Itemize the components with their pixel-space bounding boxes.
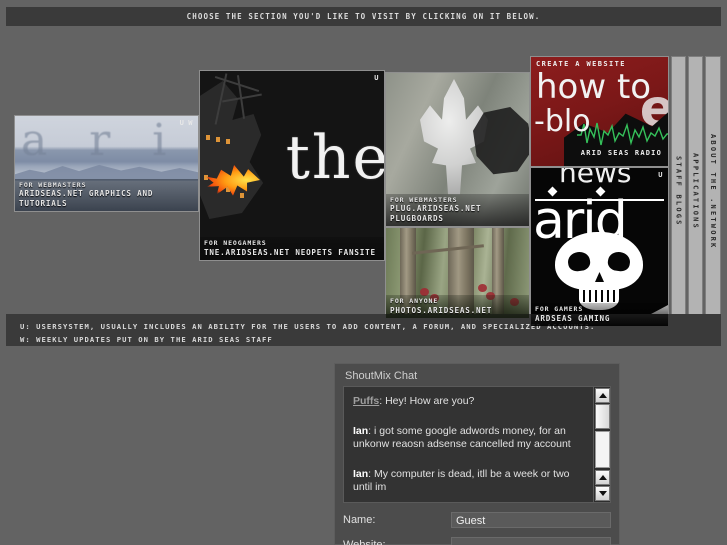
shoutmix-chat-widget: ShoutMix Chat Puffs: Hey! How are you? I… [334,363,620,545]
tile-caption: FOR WEBMASTERS PLUG.ARIDSEAS.NET PLUGBOA… [386,193,529,226]
section-tile-collage: a r i U W FOR WEBMASTERS ARIDSEAS.NET GR… [0,26,727,327]
waveform-svg [577,122,668,146]
vertical-tab-label: STAFF BLOGS [674,156,683,227]
tile-badges: U [374,74,379,82]
tile-art-text: a r i [21,120,181,162]
tile-arid-gaming[interactable]: news th arid U FOR GAMERS AR [530,167,669,327]
audio-waveform-icon [577,121,668,147]
radio-label: ARID SEAS RADIO [580,149,662,157]
chat-author: Ian [353,467,369,480]
name-label: Name: [343,514,376,526]
website-input[interactable] [451,537,611,545]
tile-audience: FOR NEOGAMERS [204,239,267,248]
tile-audience: FOR WEBMASTERS [390,195,458,204]
badge-u: U [374,74,379,82]
tile-badges: U W [180,119,193,127]
chat-message: Puffs: Hey! How are you? [353,395,584,409]
chat-text: My computer is dead, itll be a week or t… [353,467,570,494]
tile-kicker: CREATE A WEBSITE [536,60,626,68]
badge-u: U [179,119,185,127]
vertical-tab-label: APPLICATIONS [691,153,700,230]
instruction-banner: CHOOSE THE SECTION YOU'D LIKE TO VISIT B… [6,7,721,26]
tile-site: TNE.ARIDSEAS.NET NEOPETS FANSITE [204,247,376,257]
tile-art-text-2: -blo [534,104,591,139]
badge-w: W [188,119,193,127]
chat-author[interactable]: Puffs [353,395,379,407]
website-label: Website: [343,539,386,545]
badge-u: U [658,171,663,179]
scrollbar-track[interactable] [595,431,610,468]
shoutmix-message-box: Puffs: Hey! How are you? Ian: i got some… [343,386,611,503]
scroll-up-button[interactable] [595,388,610,403]
chat-scrollbar[interactable] [593,387,610,502]
name-field-row: Name: Guest [343,512,611,528]
vertical-tab-staff-blogs[interactable]: STAFF BLOGS [671,56,686,327]
ship-rigging [214,73,284,133]
tile-photos[interactable]: FOR ANYONE PHOTOS.ARIDSEAS.NET [385,227,530,319]
tile-caption: FOR NEOGAMERS TNE.ARIDSEAS.NET NEOPETS F… [200,237,384,260]
tile-site: PLUG.ARIDSEAS.NET PLUGBOARDS [390,204,482,223]
shoutmix-title: ShoutMix Chat [345,370,418,382]
news-text: news th [559,167,632,190]
scroll-down-button[interactable] [595,486,610,501]
tile-webmasters-graphics[interactable]: a r i U W FOR WEBMASTERS ARIDSEAS.NET GR… [14,115,199,212]
shoutmix-message-list: Puffs: Hey! How are you? Ian: i got some… [344,387,592,502]
tile-caption: FOR GAMERS ARDSEAS GAMING [531,303,668,326]
tile-audience: FOR ANYONE [390,297,439,306]
chat-author: Ian [353,424,369,437]
scrollbar-thumb[interactable] [595,404,610,429]
instruction-text: CHOOSE THE SECTION YOU'D LIKE TO VISIT B… [186,12,541,21]
tile-site: ARDSEAS GAMING [535,313,611,323]
tile-art-text: how to [536,67,652,107]
tile-caption: FOR ANYONE PHOTOS.ARIDSEAS.NET [386,295,529,318]
skull-icon [555,232,643,314]
tile-site: ARIDSEAS.NET GRAPHICS AND TUTORIALS [19,189,154,208]
tile-plugboards[interactable]: FOR WEBMASTERS PLUG.ARIDSEAS.NET PLUGBOA… [385,72,530,227]
tile-neogamers-neopets[interactable]: the U FOR NEOGAMERS TNE.ARIDSEAS.NET NEO… [199,70,385,261]
chat-text: i got some google adwords money, for an … [353,424,571,451]
page-root: CHOOSE THE SECTION YOU'D LIKE TO VISIT B… [0,0,727,545]
vertical-tab-label: ABOUT THE .NETWORK [709,133,717,250]
vertical-tab-about-the-network[interactable]: ABOUT THE .NETWORK [705,56,721,327]
chat-message: Ian: i got some google adwords money, fo… [353,425,584,452]
website-field-row: Website: [343,537,611,545]
tile-create-a-website[interactable]: e CREATE A WEBSITE how to -blo ARID SEAS… [530,56,669,167]
name-input[interactable]: Guest [451,512,611,528]
tile-caption: FOR WEBMASTERS ARIDSEAS.NET GRAPHICS AND… [15,178,198,211]
legend-line-w: W: WEEKLY UPDATES PUT ON BY THE ARID SEA… [20,335,273,344]
tile-badges: U [658,171,663,179]
tile-audience: FOR WEBMASTERS [19,180,87,189]
chat-text: Hey! How are you? [385,395,475,407]
scroll-up-button-inner[interactable] [595,470,610,485]
tile-audience: FOR GAMERS [535,305,584,314]
vertical-tab-applications[interactable]: APPLICATIONS [688,56,703,327]
tile-art-text: the [285,123,385,193]
tile-site: PHOTOS.ARIDSEAS.NET [390,305,493,315]
chat-message: Ian: My computer is dead, itll be a week… [353,468,584,495]
